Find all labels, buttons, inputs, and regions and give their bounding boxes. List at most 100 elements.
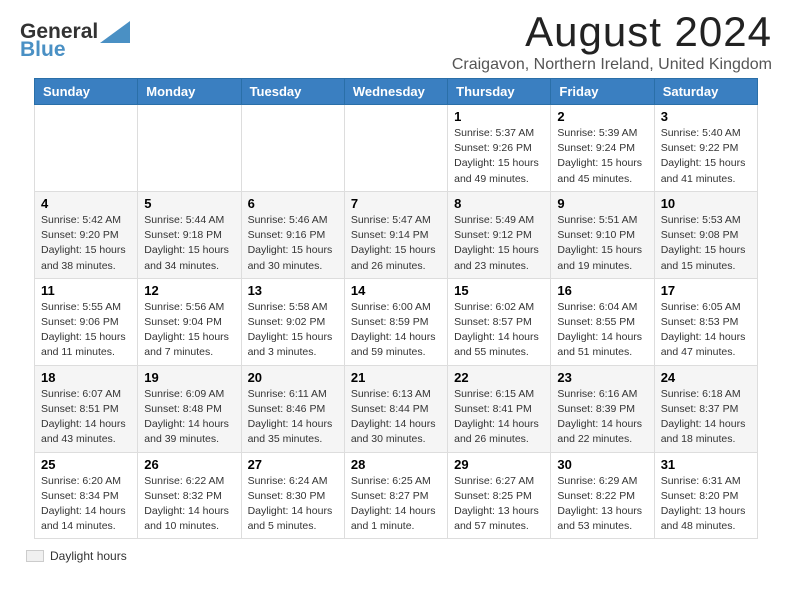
day-info: Sunrise: 5:39 AMSunset: 9:24 PMDaylight:… xyxy=(557,126,647,187)
day-info: Sunrise: 6:00 AMSunset: 8:59 PMDaylight:… xyxy=(351,300,441,361)
day-number: 5 xyxy=(144,196,234,211)
day-number: 3 xyxy=(661,109,751,124)
day-info: Sunrise: 5:47 AMSunset: 9:14 PMDaylight:… xyxy=(351,213,441,274)
day-info: Sunrise: 6:07 AMSunset: 8:51 PMDaylight:… xyxy=(41,387,131,448)
day-number: 6 xyxy=(248,196,338,211)
calendar-cell: 9 Sunrise: 5:51 AMSunset: 9:10 PMDaylight… xyxy=(551,191,654,278)
calendar-cell: 23 Sunrise: 6:16 AMSunset: 8:39 PMDayligh… xyxy=(551,365,654,452)
month-title: August 2024 xyxy=(452,8,772,56)
day-number: 11 xyxy=(41,283,131,298)
day-info: Sunrise: 6:18 AMSunset: 8:37 PMDaylight:… xyxy=(661,387,751,448)
title-section: August 2024 Craigavon, Northern Ireland,… xyxy=(452,8,772,74)
calendar-cell: 21 Sunrise: 6:13 AMSunset: 8:44 PMDayligh… xyxy=(344,365,447,452)
day-number: 19 xyxy=(144,370,234,385)
day-number: 1 xyxy=(454,109,544,124)
day-of-week-header: Saturday xyxy=(654,79,757,105)
day-number: 13 xyxy=(248,283,338,298)
day-number: 16 xyxy=(557,283,647,298)
day-number: 27 xyxy=(248,457,338,472)
day-info: Sunrise: 6:02 AMSunset: 8:57 PMDaylight:… xyxy=(454,300,544,361)
day-number: 12 xyxy=(144,283,234,298)
day-number: 9 xyxy=(557,196,647,211)
day-info: Sunrise: 6:20 AMSunset: 8:34 PMDaylight:… xyxy=(41,474,131,535)
calendar-table: SundayMondayTuesdayWednesdayThursdayFrid… xyxy=(34,78,758,539)
day-info: Sunrise: 5:58 AMSunset: 9:02 PMDaylight:… xyxy=(248,300,338,361)
day-info: Sunrise: 6:13 AMSunset: 8:44 PMDaylight:… xyxy=(351,387,441,448)
day-number: 30 xyxy=(557,457,647,472)
calendar-cell: 7 Sunrise: 5:47 AMSunset: 9:14 PMDaylight… xyxy=(344,191,447,278)
calendar-cell xyxy=(344,105,447,192)
calendar-cell: 26Sunrise: 6:22 AMSunset: 8:32 PMDayligh… xyxy=(138,452,241,539)
day-info: Sunrise: 5:40 AMSunset: 9:22 PMDaylight:… xyxy=(661,126,751,187)
day-info: Sunrise: 6:16 AMSunset: 8:39 PMDaylight:… xyxy=(557,387,647,448)
day-number: 14 xyxy=(351,283,441,298)
day-info: Sunrise: 5:49 AMSunset: 9:12 PMDaylight:… xyxy=(454,213,544,274)
day-info: Sunrise: 5:55 AMSunset: 9:06 PMDaylight:… xyxy=(41,300,131,361)
calendar-cell: 13 Sunrise: 5:58 AMSunset: 9:02 PMDayligh… xyxy=(241,278,344,365)
calendar-cell: 15Sunrise: 6:02 AMSunset: 8:57 PMDayligh… xyxy=(448,278,551,365)
day-number: 4 xyxy=(41,196,131,211)
day-of-week-header: Friday xyxy=(551,79,654,105)
calendar-cell xyxy=(241,105,344,192)
day-number: 31 xyxy=(661,457,751,472)
calendar-cell: 6Sunrise: 5:46 AMSunset: 9:16 PMDaylight… xyxy=(241,191,344,278)
calendar-cell: 31 Sunrise: 6:31 AMSunset: 8:20 PMDayligh… xyxy=(654,452,757,539)
calendar-cell: 28Sunrise: 6:25 AMSunset: 8:27 PMDayligh… xyxy=(344,452,447,539)
day-number: 25 xyxy=(41,457,131,472)
day-number: 10 xyxy=(661,196,751,211)
calendar-cell xyxy=(138,105,241,192)
calendar-cell: 4 Sunrise: 5:42 AMSunset: 9:20 PMDaylight… xyxy=(35,191,138,278)
day-info: Sunrise: 6:15 AMSunset: 8:41 PMDaylight:… xyxy=(454,387,544,448)
day-info: Sunrise: 6:05 AMSunset: 8:53 PMDaylight:… xyxy=(661,300,751,361)
logo-blue-text: Blue xyxy=(20,38,66,62)
calendar-cell: 12 Sunrise: 5:56 AMSunset: 9:04 PMDayligh… xyxy=(138,278,241,365)
day-number: 21 xyxy=(351,370,441,385)
day-info: Sunrise: 5:37 AMSunset: 9:26 PMDaylight:… xyxy=(454,126,544,187)
day-of-week-header: Tuesday xyxy=(241,79,344,105)
day-info: Sunrise: 6:11 AMSunset: 8:46 PMDaylight:… xyxy=(248,387,338,448)
day-number: 8 xyxy=(454,196,544,211)
day-number: 7 xyxy=(351,196,441,211)
day-of-week-header: Sunday xyxy=(35,79,138,105)
day-of-week-header: Monday xyxy=(138,79,241,105)
day-info: Sunrise: 5:56 AMSunset: 9:04 PMDaylight:… xyxy=(144,300,234,361)
day-of-week-header: Thursday xyxy=(448,79,551,105)
day-info: Sunrise: 6:24 AMSunset: 8:30 PMDaylight:… xyxy=(248,474,338,535)
calendar-cell: 22 Sunrise: 6:15 AMSunset: 8:41 PMDayligh… xyxy=(448,365,551,452)
day-number: 2 xyxy=(557,109,647,124)
day-info: Sunrise: 6:04 AMSunset: 8:55 PMDaylight:… xyxy=(557,300,647,361)
calendar-cell: 24 Sunrise: 6:18 AMSunset: 8:37 PMDayligh… xyxy=(654,365,757,452)
day-info: Sunrise: 6:29 AMSunset: 8:22 PMDaylight:… xyxy=(557,474,647,535)
legend-label: Daylight hours xyxy=(50,549,127,563)
calendar-cell: 20 Sunrise: 6:11 AMSunset: 8:46 PMDayligh… xyxy=(241,365,344,452)
calendar-cell xyxy=(35,105,138,192)
calendar-cell: 25 Sunrise: 6:20 AMSunset: 8:34 PMDayligh… xyxy=(35,452,138,539)
day-number: 18 xyxy=(41,370,131,385)
legend-box xyxy=(26,550,44,562)
calendar-cell: 16 Sunrise: 6:04 AMSunset: 8:55 PMDayligh… xyxy=(551,278,654,365)
day-info: Sunrise: 5:53 AMSunset: 9:08 PMDaylight:… xyxy=(661,213,751,274)
day-number: 17 xyxy=(661,283,751,298)
calendar-cell: 8 Sunrise: 5:49 AMSunset: 9:12 PMDaylight… xyxy=(448,191,551,278)
calendar-cell: 1 Sunrise: 5:37 AMSunset: 9:26 PMDaylight… xyxy=(448,105,551,192)
day-number: 24 xyxy=(661,370,751,385)
subtitle: Craigavon, Northern Ireland, United King… xyxy=(452,56,772,74)
day-info: Sunrise: 6:09 AMSunset: 8:48 PMDaylight:… xyxy=(144,387,234,448)
day-of-week-header: Wednesday xyxy=(344,79,447,105)
day-info: Sunrise: 6:31 AMSunset: 8:20 PMDaylight:… xyxy=(661,474,751,535)
day-number: 28 xyxy=(351,457,441,472)
calendar-cell: 18 Sunrise: 6:07 AMSunset: 8:51 PMDayligh… xyxy=(35,365,138,452)
logo: General Blue xyxy=(20,20,130,62)
day-number: 22 xyxy=(454,370,544,385)
day-number: 23 xyxy=(557,370,647,385)
calendar-cell: 14 Sunrise: 6:00 AMSunset: 8:59 PMDayligh… xyxy=(344,278,447,365)
day-info: Sunrise: 5:51 AMSunset: 9:10 PMDaylight:… xyxy=(557,213,647,274)
calendar-cell: 2 Sunrise: 5:39 AMSunset: 9:24 PMDaylight… xyxy=(551,105,654,192)
calendar-cell: 27 Sunrise: 6:24 AMSunset: 8:30 PMDayligh… xyxy=(241,452,344,539)
day-info: Sunrise: 6:22 AMSunset: 8:32 PMDaylight:… xyxy=(144,474,234,535)
day-number: 20 xyxy=(248,370,338,385)
day-info: Sunrise: 5:42 AMSunset: 9:20 PMDaylight:… xyxy=(41,213,131,274)
calendar-cell: 29Sunrise: 6:27 AMSunset: 8:25 PMDayligh… xyxy=(448,452,551,539)
calendar-cell: 5Sunrise: 5:44 AMSunset: 9:18 PMDaylight… xyxy=(138,191,241,278)
calendar-cell: 10 Sunrise: 5:53 AMSunset: 9:08 PMDayligh… xyxy=(654,191,757,278)
